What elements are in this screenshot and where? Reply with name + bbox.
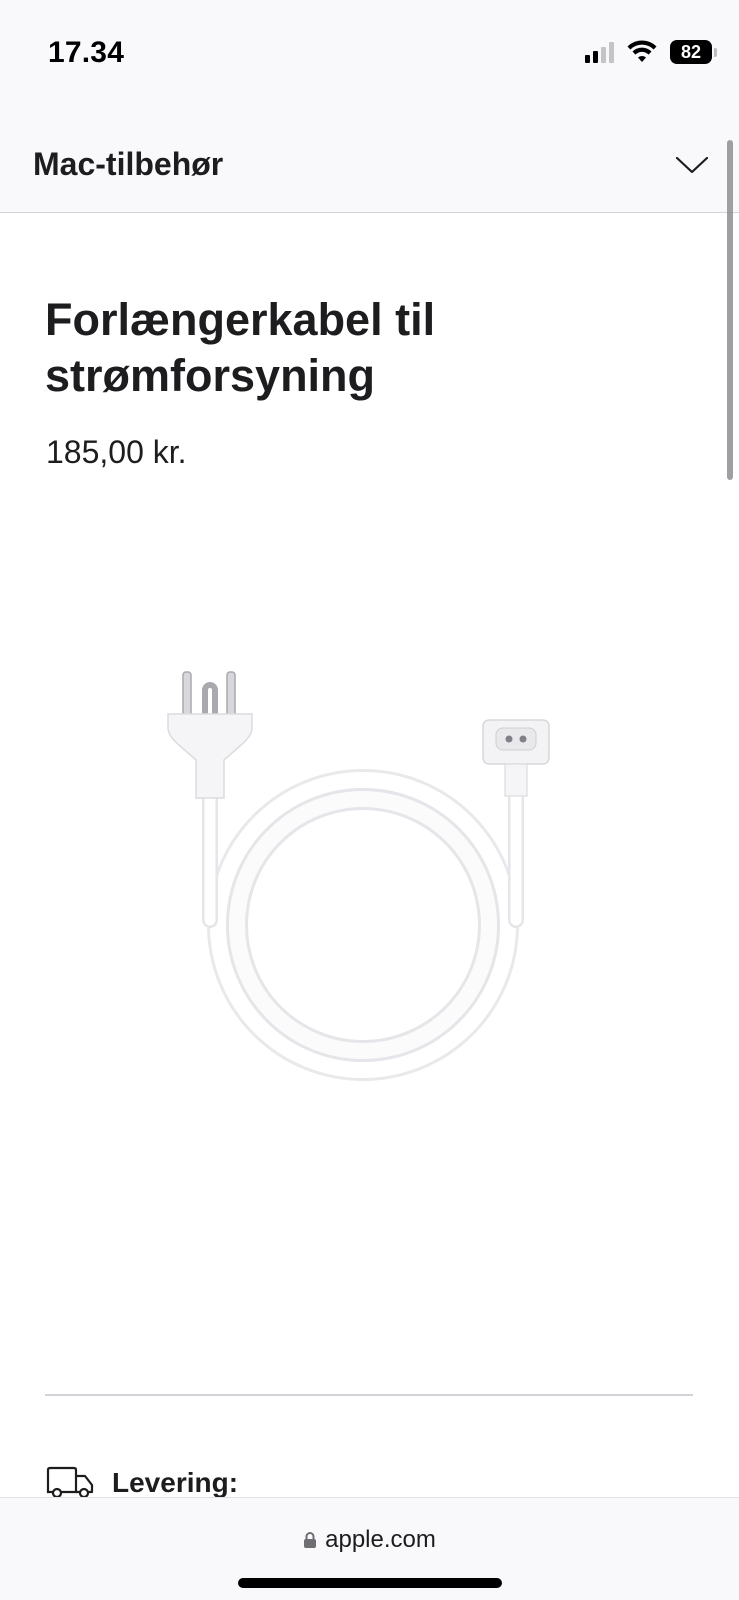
home-indicator[interactable] xyxy=(238,1578,502,1588)
status-time: 17.34 xyxy=(48,36,125,69)
lock-icon xyxy=(304,1532,317,1548)
power-extension-cable-image xyxy=(167,671,550,1081)
delivery-row: Levering: xyxy=(46,1466,238,1500)
url-text[interactable]: apple.com xyxy=(325,1526,436,1554)
status-bar: 17.34 82 xyxy=(0,0,739,110)
address-bar[interactable]: apple.com xyxy=(0,1526,739,1554)
product-title: Forlængerkabel til strømforsyning xyxy=(45,294,436,401)
category-nav[interactable]: Mac-tilbehør xyxy=(0,110,739,213)
battery-level: 82 xyxy=(670,40,712,64)
status-icons: 82 xyxy=(585,40,717,64)
section-divider xyxy=(45,1394,693,1396)
product-price: 185,00 kr. xyxy=(46,434,187,470)
wifi-icon xyxy=(627,40,657,62)
category-title[interactable]: Mac-tilbehør xyxy=(33,146,223,183)
browser-bottom-bar: apple.com xyxy=(0,1497,739,1600)
delivery-label: Levering: xyxy=(112,1467,239,1498)
page-scrollbar[interactable] xyxy=(727,140,733,480)
chevron-down-icon[interactable] xyxy=(675,155,709,175)
cellular-signal-icon xyxy=(585,41,614,63)
delivery-truck-icon xyxy=(46,1466,94,1499)
battery-icon: 82 xyxy=(670,40,717,64)
